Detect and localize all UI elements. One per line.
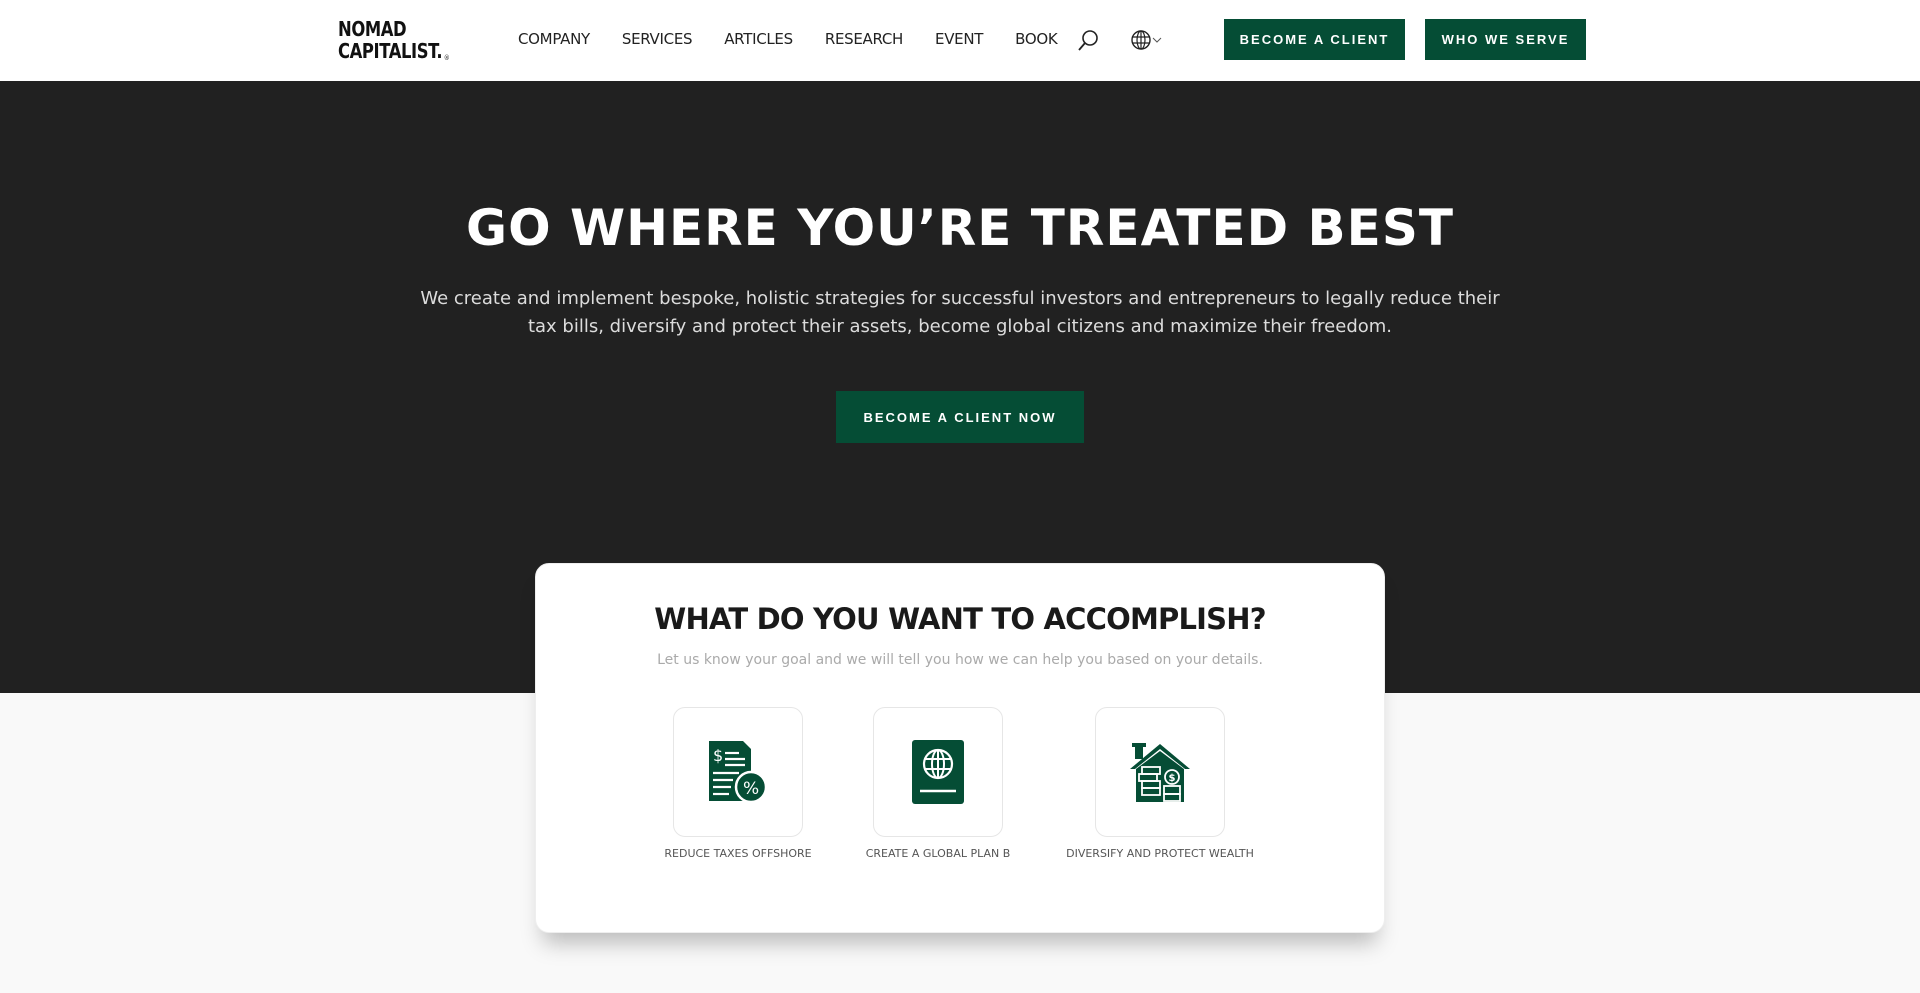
goal-label: CREATE A GLOBAL PLAN B [865,847,1011,860]
hero-description: We create and implement bespoke, holisti… [420,288,1500,337]
main-nav: COMPANY SERVICES ARTICLES RESEARCH EVENT… [518,30,1089,48]
globe-icon [1131,30,1151,50]
svg-text:%: % [743,779,759,799]
goals-subtitle: Let us know your goal and we will tell y… [657,652,1263,668]
search-icon[interactable] [1076,28,1100,52]
goal-option-diversify-wealth[interactable]: $ DIVERSIFY AND PROTECT WEALTH [1060,707,1260,860]
goals-title: WHAT DO YOU WANT TO ACCOMPLISH? [654,602,1266,636]
goal-label: DIVERSIFY AND PROTECT WEALTH [1066,847,1254,860]
logo-line1: NOMAD [338,17,407,41]
registered-mark: ® [443,54,450,62]
nav-research[interactable]: RESEARCH [825,30,904,48]
goal-tile[interactable]: $ [1095,707,1225,837]
nav-services[interactable]: SERVICES [622,30,693,48]
language-selector[interactable] [1130,29,1162,51]
svg-text:$: $ [1169,773,1176,784]
nav-event[interactable]: EVENT [935,30,983,48]
house-coins-icon: $ [1130,743,1190,802]
goals-card: WHAT DO YOU WANT TO ACCOMPLISH? Let us k… [535,563,1385,933]
goal-option-reduce-taxes[interactable]: $ % REDUCE TAXES OFFSHORE [638,707,838,860]
goal-label: REDUCE TAXES OFFSHORE [664,847,812,860]
who-we-serve-button[interactable]: WHO WE SERVE [1425,19,1586,60]
tax-document-icon: $ % [709,741,768,804]
goal-option-global-plan-b[interactable]: CREATE A GLOBAL PLAN B [838,707,1038,860]
hero-title: GO WHERE YOU’RE TREATED BEST [466,199,1454,257]
nav-book[interactable]: BOOK [1015,30,1058,48]
nav-articles[interactable]: ARTICLES [724,30,793,48]
svg-text:$: $ [713,746,723,765]
goal-tile[interactable]: $ % [673,707,803,837]
site-header: NOMAD CAPITALIST. ® COMPANY SERVICES ARTI… [0,0,1920,81]
nav-company[interactable]: COMPANY [518,30,590,48]
become-client-button[interactable]: BECOME A CLIENT [1224,19,1405,60]
logo[interactable]: NOMAD CAPITALIST. ® [338,17,450,67]
chevron-down-icon [1152,37,1162,43]
become-client-now-button[interactable]: BECOME A CLIENT NOW [836,391,1084,443]
passport-icon [912,740,964,804]
goal-tile[interactable] [873,707,1003,837]
logo-line2: CAPITALIST. [338,39,443,63]
